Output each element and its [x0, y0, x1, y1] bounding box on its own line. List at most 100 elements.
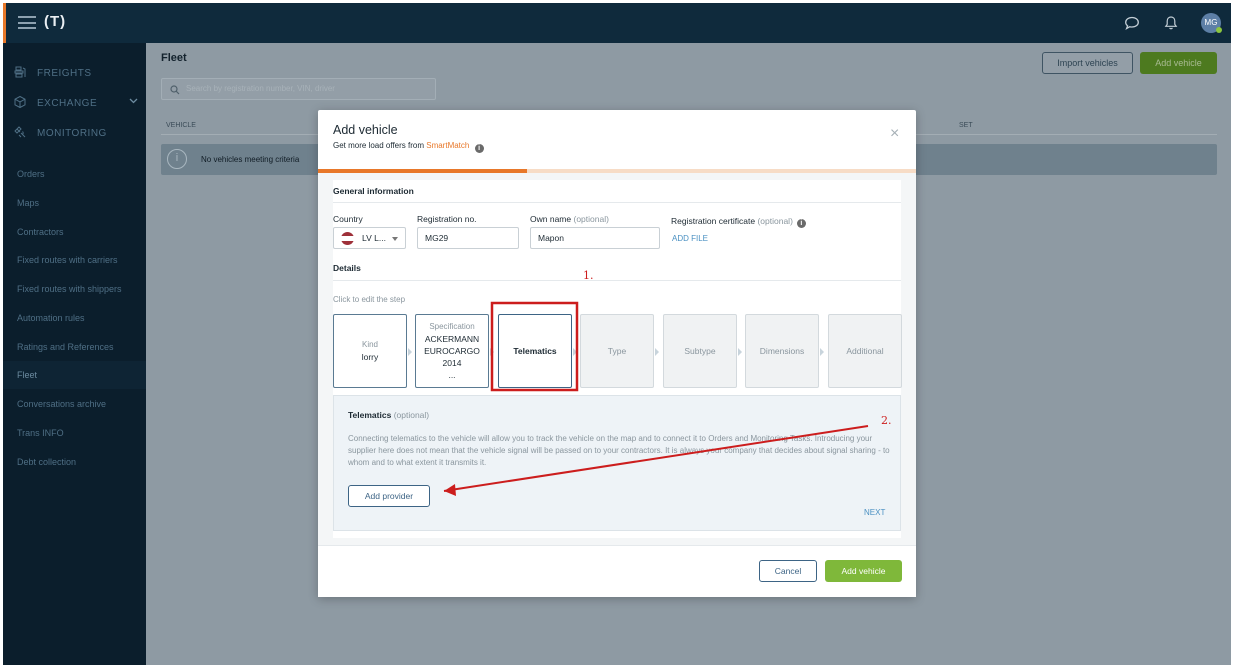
country-select[interactable]: LV L...	[333, 227, 406, 249]
step-spec-line: EUROCARGO	[424, 346, 480, 356]
add-file-link[interactable]: ADD FILE	[672, 234, 708, 243]
country-value: LV L...	[362, 233, 386, 243]
sidebar-item-fleet[interactable]: Fleet	[3, 361, 146, 389]
registration-certificate-label: Registration certificate (optional) i	[671, 216, 806, 228]
step-dimensions[interactable]: Dimensions	[745, 314, 819, 388]
modal-body: General information Country LV L... Regi…	[318, 173, 916, 545]
chat-icon[interactable]	[1124, 15, 1140, 31]
add-vehicle-submit-button[interactable]: Add vehicle	[825, 560, 902, 582]
divider	[333, 202, 901, 203]
modal-subtitle: Get more load offers from SmartMatch i	[333, 141, 484, 153]
sidebar-main-freights[interactable]: FREIGHTS	[3, 60, 146, 86]
freights-icon	[14, 66, 26, 78]
cancel-button[interactable]: Cancel	[759, 560, 817, 582]
optional-hint: (optional)	[393, 410, 430, 420]
telematics-title: Telematics (optional)	[348, 410, 429, 420]
sidebar-item-automation-rules[interactable]: Automation rules	[3, 304, 146, 332]
step-kind[interactable]: Kind lorry	[333, 314, 407, 388]
form-panel: General information Country LV L... Regi…	[333, 180, 902, 538]
info-icon[interactable]: i	[796, 219, 806, 228]
close-icon[interactable]: ×	[890, 125, 899, 143]
own-name-label: Own name (optional)	[530, 214, 609, 224]
sidebar-item-conversations-archive[interactable]: Conversations archive	[3, 390, 146, 418]
search-input[interactable]: Search by registration number, VIN, driv…	[161, 78, 436, 100]
country-label: Country	[333, 214, 363, 224]
search-icon	[170, 85, 180, 95]
step-additional[interactable]: Additional	[828, 314, 902, 388]
chevron-down-icon	[392, 237, 399, 241]
step-arrow	[738, 348, 742, 356]
sidebar-item-trans-info[interactable]: Trans INFO	[3, 419, 146, 447]
step-specification[interactable]: Specification ACKERMANN EUROCARGO 2014 .…	[415, 314, 489, 388]
divider	[333, 280, 901, 281]
step-type[interactable]: Type	[580, 314, 654, 388]
bell-icon[interactable]	[1163, 15, 1179, 31]
sidebar-item-debt-collection[interactable]: Debt collection	[3, 448, 146, 476]
step-kind-value: lorry	[361, 352, 379, 362]
import-vehicles-button[interactable]: Import vehicles	[1042, 52, 1133, 74]
add-provider-button[interactable]: Add provider	[348, 485, 430, 507]
step-arrow	[573, 348, 577, 356]
avatar[interactable]: MG	[1201, 13, 1222, 33]
step-telematics[interactable]: Telematics	[498, 314, 572, 388]
sidebar-item-fixed-routes-shippers[interactable]: Fixed routes with shippers	[3, 275, 146, 303]
sidebar-main-label: FREIGHTS	[37, 68, 92, 79]
sidebar-item-ratings[interactable]: Ratings and References	[3, 333, 146, 361]
step-subtype[interactable]: Subtype	[663, 314, 737, 388]
info-icon: i	[167, 149, 187, 169]
optional-hint: (optional)	[573, 214, 609, 224]
step-spec-line: ACKERMANN	[424, 334, 480, 344]
exchange-cube-icon	[14, 95, 26, 109]
sidebar-item-maps[interactable]: Maps	[3, 189, 146, 217]
avatar-initials: MG	[1204, 18, 1218, 27]
sidebar-main-exchange[interactable]: EXCHANGE	[3, 90, 146, 116]
menu-icon[interactable]	[18, 16, 36, 29]
logo[interactable]: (T)	[44, 13, 66, 30]
search-placeholder: Search by registration number, VIN, driv…	[186, 84, 335, 93]
modal-footer: Cancel Add vehicle	[318, 545, 916, 597]
step-arrow	[820, 348, 824, 356]
column-header-vehicle[interactable]: VEHICLE	[166, 122, 196, 129]
sidebar-main-monitoring[interactable]: MONITORING	[3, 120, 146, 146]
step-hint: Click to edit the step	[333, 295, 406, 304]
telematics-section: Telematics (optional) Connecting telemat…	[333, 395, 901, 531]
page-title: Fleet	[161, 52, 187, 64]
latvia-flag-icon	[341, 232, 354, 245]
add-vehicle-modal: Add vehicle Get more load offers from Sm…	[318, 110, 916, 597]
own-name-label-text: Own name	[530, 214, 572, 224]
annotation-label-2: 2.	[881, 414, 892, 427]
general-information-heading: General information	[333, 186, 414, 196]
step-arrow	[490, 348, 494, 356]
info-icon[interactable]: i	[474, 144, 484, 153]
add-vehicle-button[interactable]: Add vehicle	[1140, 52, 1217, 74]
online-status-dot	[1216, 27, 1222, 33]
monitoring-satellite-icon	[14, 126, 26, 138]
sidebar-main-label: MONITORING	[37, 128, 107, 139]
registration-label: Registration no.	[417, 214, 477, 224]
annotation-label-1: 1.	[583, 269, 594, 282]
own-name-input[interactable]: Mapon	[530, 227, 660, 249]
top-bar: (T) MG	[3, 3, 1231, 43]
details-heading: Details	[333, 263, 361, 273]
sidebar: FREIGHTS EXCHANGE MONITORING Orders Maps…	[3, 43, 146, 665]
modal-subtitle-text: Get more load offers from	[333, 141, 424, 150]
sidebar-main-label: EXCHANGE	[37, 98, 98, 109]
chevron-down-icon[interactable]	[129, 98, 138, 104]
modal-title: Add vehicle	[333, 123, 398, 137]
smartmatch-link[interactable]: SmartMatch	[426, 141, 469, 150]
next-link[interactable]: NEXT	[864, 508, 885, 517]
step-arrow	[655, 348, 659, 356]
telematics-description: Connecting telematics to the vehicle wil…	[348, 434, 890, 467]
column-header-set[interactable]: SET	[959, 122, 973, 129]
accent-strip	[3, 3, 6, 43]
sidebar-item-fixed-routes-carriers[interactable]: Fixed routes with carriers	[3, 246, 146, 274]
step-spec-label: Specification	[429, 322, 475, 331]
step-spec-line: ...	[448, 370, 456, 380]
step-kind-label: Kind	[361, 340, 378, 349]
sidebar-item-orders[interactable]: Orders	[3, 160, 146, 188]
registration-input[interactable]: MG29	[417, 227, 519, 249]
sidebar-item-contractors[interactable]: Contractors	[3, 218, 146, 246]
step-arrow	[408, 348, 412, 356]
optional-hint: (optional)	[757, 216, 793, 226]
telematics-title-text: Telematics	[348, 410, 392, 420]
